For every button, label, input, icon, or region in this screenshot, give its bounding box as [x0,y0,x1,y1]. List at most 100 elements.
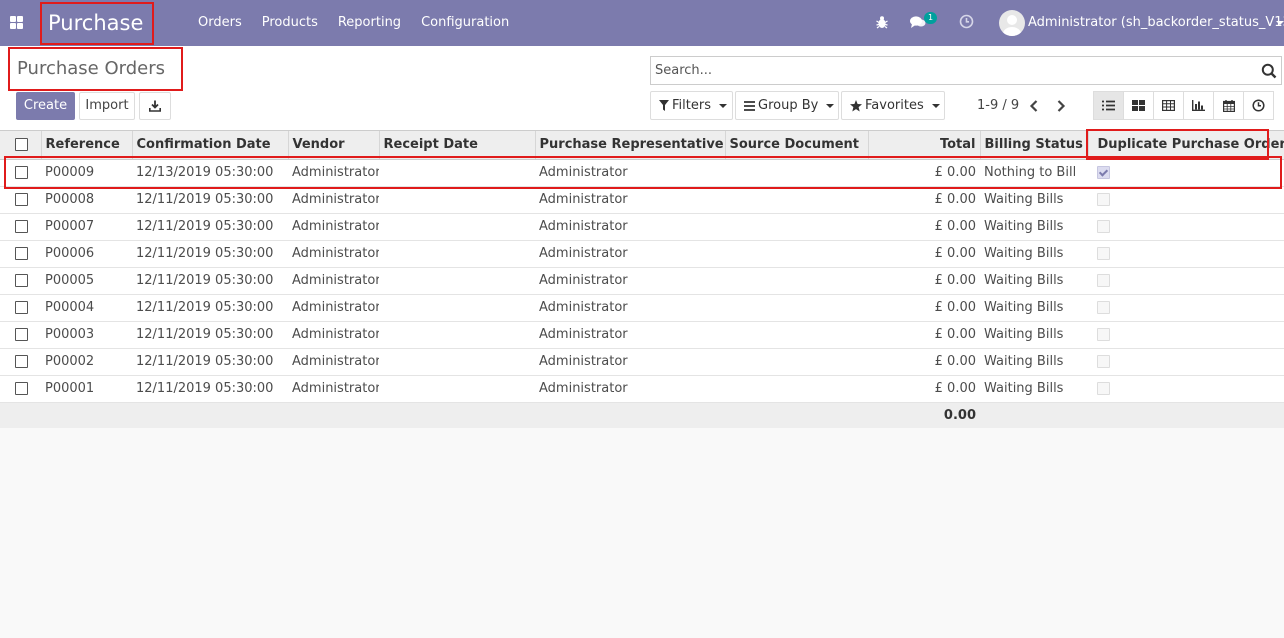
cell-total: £ 0.00 [868,186,980,214]
cell-confirmation-date: 12/11/2019 05:30:00 [132,348,288,376]
kanban-view-button[interactable] [1123,91,1154,120]
cell-reference: P00005 [41,267,132,295]
activity-view-button[interactable] [1243,91,1274,120]
row-checkbox[interactable] [15,355,28,368]
menu-item-products[interactable]: Products [252,0,328,46]
cell-total: £ 0.00 [868,375,980,403]
cell-duplicate-purchase-order [1088,375,1284,403]
row-checkbox[interactable] [15,382,28,395]
table-row[interactable]: P00009 12/13/2019 05:30:00 Administrator Ad… [0,159,1284,187]
row-checkbox[interactable] [15,328,28,341]
apps-icon[interactable] [10,16,23,29]
filters-button[interactable]: Filters [650,91,733,120]
row-select-cell [0,321,41,349]
list-view-button[interactable] [1093,91,1124,120]
filter-icon [659,100,669,111]
row-checkbox[interactable] [15,301,28,314]
search-input[interactable] [655,57,1245,84]
row-select-cell [0,213,41,241]
cell-vendor: Administrator [288,159,379,187]
app-brand[interactable]: Purchase [40,2,154,45]
col-receipt-date[interactable]: Receipt Date [379,131,536,160]
table-row[interactable]: P00008 12/11/2019 05:30:00 Administrator Ad… [0,186,1284,214]
table-body: P00009 12/13/2019 05:30:00 Administrator Ad… [0,159,1284,403]
cell-duplicate-purchase-order [1088,186,1284,214]
cell-billing-status: Waiting Bills [980,321,1088,349]
calendar-view-button[interactable] [1213,91,1244,120]
select-all-checkbox[interactable] [15,138,28,152]
filters-label: Filters [672,98,711,113]
cell-reference: P00007 [41,213,132,241]
table-row[interactable]: P00003 12/11/2019 05:30:00 Administrator Ad… [0,321,1284,349]
col-confirmation-date[interactable]: Confirmation Date [132,131,289,160]
cell-purchase-representative: Administrator [535,321,725,349]
bug-icon[interactable] [876,15,888,29]
row-checkbox[interactable] [15,247,28,260]
cell-receipt-date [379,186,535,214]
chevron-down-icon[interactable] [1276,21,1284,25]
cell-vendor: Administrator [288,213,379,241]
table-row[interactable]: P00001 12/11/2019 05:30:00 Administrator Ad… [0,375,1284,403]
cell-billing-status: Waiting Bills [980,186,1088,214]
table-row[interactable]: P00002 12/11/2019 05:30:00 Administrator Ad… [0,348,1284,376]
cell-purchase-representative: Administrator [535,294,725,322]
cell-duplicate-purchase-order [1088,213,1284,241]
search-icon[interactable] [1261,63,1277,79]
chevron-left-icon[interactable] [1028,99,1040,113]
cell-purchase-representative: Administrator [535,159,725,187]
menu-item-configuration[interactable]: Configuration [411,0,519,46]
graph-view-button[interactable] [1183,91,1214,120]
col-purchase-representative[interactable]: Purchase Representative [535,131,726,160]
cell-confirmation-date: 12/13/2019 05:30:00 [132,159,288,187]
pager-value[interactable]: 1-9 / 9 [977,91,1019,120]
cell-billing-status: Waiting Bills [980,294,1088,322]
cell-receipt-date [379,159,535,187]
col-source-document[interactable]: Source Document [725,131,869,160]
purchase-orders-list: Reference Confirmation Date Vendor Recei… [0,131,1284,428]
control-panel: Purchase Orders Create Import Filters Gr… [0,46,1284,131]
user-menu[interactable]: Administrator (sh_backorder_status_V13) [1028,0,1284,46]
row-select-cell [0,240,41,268]
cell-vendor: Administrator [288,375,379,403]
table-header-row: Reference Confirmation Date Vendor Recei… [0,131,1284,160]
star-icon [850,99,862,111]
row-checkbox[interactable] [15,274,28,287]
col-reference[interactable]: Reference [41,131,133,160]
menu-item-reporting[interactable]: Reporting [328,0,411,46]
cell-source-document [725,375,868,403]
duplicate-checkbox [1097,193,1110,206]
groupby-label: Group By [758,98,819,113]
table-row[interactable]: P00006 12/11/2019 05:30:00 Administrator Ad… [0,240,1284,268]
cell-confirmation-date: 12/11/2019 05:30:00 [132,186,288,214]
avatar-icon[interactable] [999,10,1025,36]
cell-total: £ 0.00 [868,213,980,241]
duplicate-checkbox [1097,355,1110,368]
favorites-button[interactable]: Favorites [841,91,945,120]
groupby-button[interactable]: Group By [735,91,839,120]
pivot-view-button[interactable] [1153,91,1184,120]
select-all-cell [0,131,42,160]
row-checkbox[interactable] [15,166,28,179]
table-row[interactable]: P00004 12/11/2019 05:30:00 Administrator Ad… [0,294,1284,322]
col-billing-status[interactable]: Billing Status [980,131,1089,160]
list-table: Reference Confirmation Date Vendor Recei… [0,131,1284,428]
col-vendor[interactable]: Vendor [288,131,380,160]
import-button[interactable]: Import [79,92,135,120]
cell-vendor: Administrator [288,186,379,214]
cell-reference: P00008 [41,186,132,214]
table-row[interactable]: P00005 12/11/2019 05:30:00 Administrator Ad… [0,267,1284,295]
row-checkbox[interactable] [15,220,28,233]
row-checkbox[interactable] [15,193,28,206]
download-button[interactable] [139,92,171,120]
chevron-right-icon[interactable] [1055,99,1067,113]
table-footer-row: 0.00 [0,402,1284,428]
create-button[interactable]: Create [16,92,75,120]
cell-confirmation-date: 12/11/2019 05:30:00 [132,294,288,322]
col-duplicate-purchase-order[interactable]: Duplicate Purchase Order [1088,131,1284,160]
col-total[interactable]: Total [868,131,981,160]
clock-icon[interactable] [959,14,974,29]
cell-purchase-representative: Administrator [535,375,725,403]
table-row[interactable]: P00007 12/11/2019 05:30:00 Administrator Ad… [0,213,1284,241]
cell-vendor: Administrator [288,294,379,322]
menu-item-orders[interactable]: Orders [188,0,252,46]
